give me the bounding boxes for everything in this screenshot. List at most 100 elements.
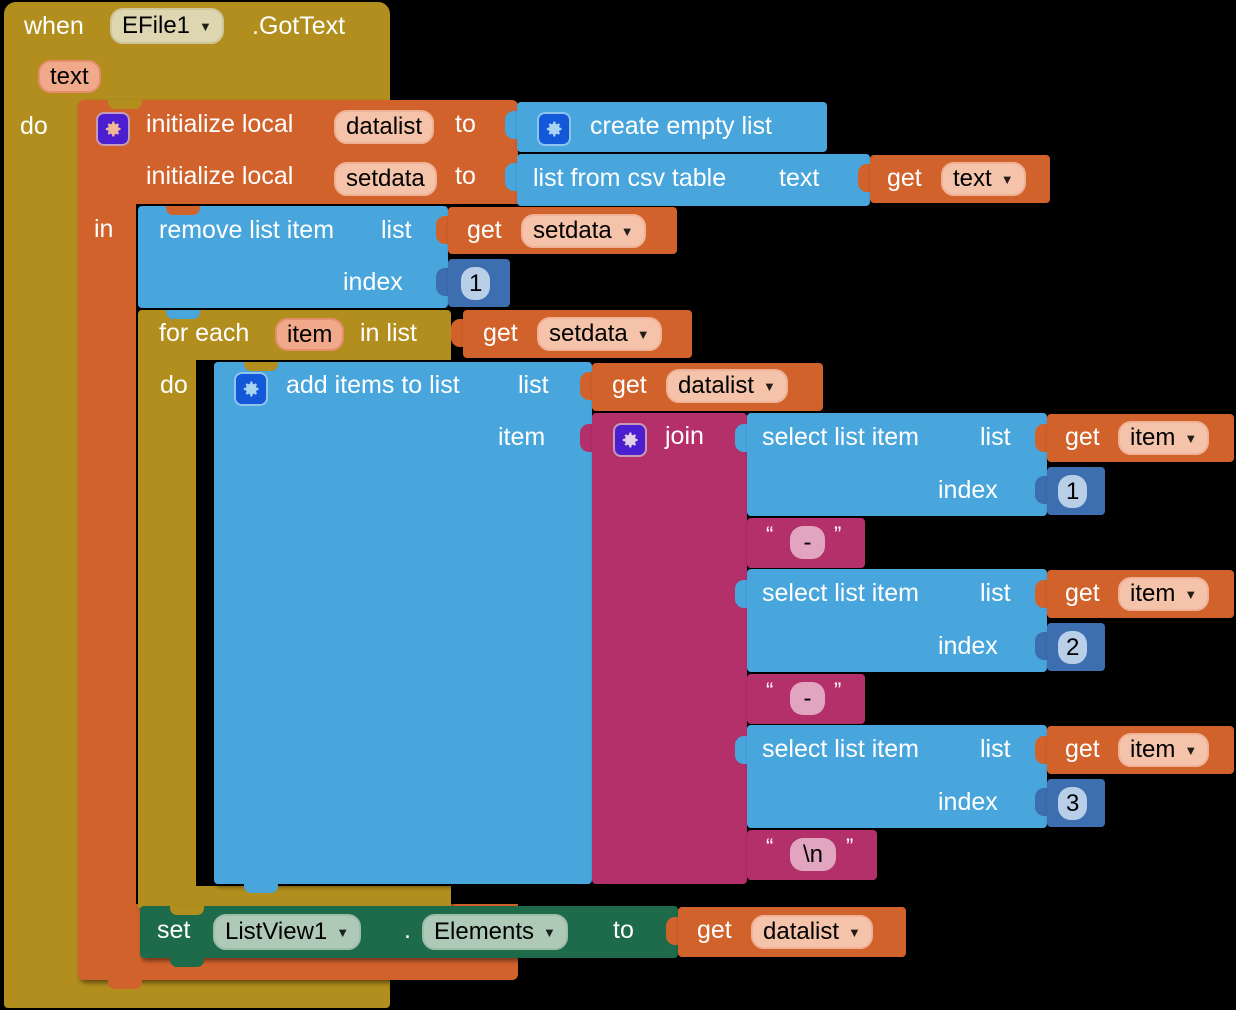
initialize-local-label-2: initialize local bbox=[146, 162, 294, 190]
initialize-local-name-datalist[interactable]: datalist bbox=[334, 110, 435, 144]
get-setdata-get-label-1: get bbox=[467, 216, 502, 244]
create-empty-list-label: create empty list bbox=[590, 112, 773, 140]
for-each-loop-variable[interactable]: item bbox=[275, 318, 345, 351]
get-item-variable-dropdown-3[interactable]: item ▼ bbox=[1118, 733, 1210, 767]
set-dot-separator: . bbox=[404, 916, 411, 944]
get-datalist-get-label-1: get bbox=[612, 371, 647, 399]
event-param-label: text bbox=[50, 62, 89, 90]
number-field-index-1[interactable]: 1 bbox=[461, 267, 491, 300]
remove-list-item-top-notch bbox=[166, 206, 200, 215]
get-setdata-variable-dropdown-1[interactable]: setdata ▼ bbox=[521, 214, 646, 248]
list-from-csv-label: list from csv table bbox=[533, 164, 727, 192]
chevron-down-icon: ▼ bbox=[1184, 430, 1198, 446]
text-close-quote-1: ” bbox=[834, 522, 842, 547]
mutator-gear-icon-initialize-local[interactable] bbox=[96, 112, 130, 146]
chevron-down-icon: ▼ bbox=[763, 378, 776, 394]
for-each-top-notch bbox=[166, 310, 200, 319]
set-property-name: Elements bbox=[434, 918, 535, 945]
text-field-dash-2[interactable]: - bbox=[790, 682, 825, 715]
chevron-down-icon: ▼ bbox=[636, 326, 650, 342]
number-value-select-3: 3 bbox=[1066, 789, 1080, 817]
number-value-select-1: 1 bbox=[1066, 477, 1080, 505]
list-from-csv-text-socket-label: text bbox=[779, 164, 820, 192]
initialize-local-label-1: initialize local bbox=[146, 110, 294, 138]
get-datalist-variable-dropdown-1[interactable]: datalist ▼ bbox=[666, 369, 788, 403]
number-value-select-2: 2 bbox=[1066, 633, 1080, 661]
chevron-down-icon: ▼ bbox=[1184, 586, 1198, 602]
select-list-item-index-label-1: index bbox=[938, 476, 998, 504]
event-component-name: EFile1 bbox=[122, 12, 191, 39]
get-item-variable-dropdown-1[interactable]: item ▼ bbox=[1118, 421, 1210, 455]
get-item-variable-name-1: item bbox=[1130, 424, 1176, 451]
select-list-item-list-label-2: list bbox=[980, 579, 1011, 607]
get-item-variable-dropdown-2[interactable]: item ▼ bbox=[1118, 577, 1210, 611]
set-component-name: ListView1 bbox=[225, 918, 328, 945]
get-item-get-label-3: get bbox=[1065, 735, 1100, 763]
chevron-down-icon: ▼ bbox=[1000, 171, 1014, 187]
number-field-select-1[interactable]: 1 bbox=[1058, 475, 1088, 508]
remove-list-item-label: remove list item bbox=[159, 216, 335, 244]
text-field-dash-1[interactable]: - bbox=[790, 526, 825, 559]
mutator-gear-icon-join[interactable] bbox=[613, 423, 647, 457]
remove-list-item-index-label: index bbox=[343, 268, 403, 296]
select-list-item-index-label-3: index bbox=[938, 788, 998, 816]
chevron-down-icon: ▼ bbox=[1184, 742, 1198, 758]
get-datalist-variable-dropdown-2[interactable]: datalist ▼ bbox=[751, 915, 873, 949]
text-open-quote-3: “ bbox=[766, 834, 774, 859]
event-component-dropdown[interactable]: EFile1 ▼ bbox=[110, 8, 224, 44]
text-value-dash-1: - bbox=[803, 528, 812, 556]
select-list-item-list-label-1: list bbox=[980, 423, 1011, 451]
add-items-to-list-label: add items to list bbox=[286, 371, 460, 399]
chevron-down-icon: ▼ bbox=[199, 18, 212, 34]
chevron-down-icon: ▼ bbox=[543, 924, 556, 940]
text-open-quote-2: “ bbox=[766, 678, 774, 703]
add-items-to-list-list-label: list bbox=[518, 371, 549, 399]
get-datalist-variable-name-2: datalist bbox=[763, 918, 840, 945]
select-list-item-label-1: select list item bbox=[762, 423, 919, 451]
select-list-item-label-2: select list item bbox=[762, 579, 919, 607]
get-text-variable-dropdown[interactable]: text ▼ bbox=[941, 162, 1026, 196]
get-setdata-variable-name-2: setdata bbox=[549, 320, 628, 347]
initialize-local-to-label-1: to bbox=[455, 110, 476, 138]
initialize-local-to-label-2: to bbox=[455, 162, 476, 190]
set-property-dropdown[interactable]: Elements ▼ bbox=[422, 914, 568, 950]
mutator-gear-icon-create-empty-list[interactable] bbox=[537, 112, 571, 146]
set-label: set bbox=[157, 916, 191, 944]
get-item-variable-name-2: item bbox=[1130, 580, 1176, 607]
join-label: join bbox=[665, 422, 704, 450]
text-field-newline[interactable]: \n bbox=[790, 838, 836, 871]
join-block[interactable] bbox=[592, 413, 747, 884]
get-setdata-variable-dropdown-2[interactable]: setdata ▼ bbox=[537, 317, 662, 351]
event-method-label: .GotText bbox=[252, 12, 346, 40]
get-text-get-label: get bbox=[887, 164, 922, 192]
text-value-newline: \n bbox=[802, 840, 823, 868]
chevron-down-icon: ▼ bbox=[848, 924, 861, 940]
set-component-dropdown[interactable]: ListView1 ▼ bbox=[213, 914, 362, 950]
set-listview-bottom-notch bbox=[170, 958, 204, 967]
select-list-item-index-label-2: index bbox=[938, 632, 998, 660]
initialize-local-top-notch bbox=[108, 100, 142, 109]
get-text-variable-name: text bbox=[953, 165, 992, 192]
chevron-down-icon: ▼ bbox=[620, 223, 634, 239]
for-each-label: for each bbox=[159, 319, 250, 347]
text-close-quote-3: ” bbox=[846, 834, 854, 859]
number-field-select-2[interactable]: 2 bbox=[1058, 631, 1088, 664]
get-datalist-get-label-2: get bbox=[697, 916, 732, 944]
initialize-local-bottom-notch bbox=[108, 980, 142, 989]
add-items-to-list-item-label: item bbox=[498, 423, 546, 451]
initialize-local-name-setdata[interactable]: setdata bbox=[334, 162, 437, 196]
get-item-get-label-1: get bbox=[1065, 423, 1100, 451]
mutator-gear-icon-add-items-to-list[interactable] bbox=[234, 372, 268, 406]
get-item-variable-name-3: item bbox=[1130, 736, 1176, 763]
for-each-variable-name: item bbox=[287, 320, 333, 348]
get-setdata-get-label-2: get bbox=[483, 319, 518, 347]
text-close-quote-2: ” bbox=[834, 678, 842, 703]
add-items-to-list-top-notch bbox=[244, 362, 278, 371]
chevron-down-icon: ▼ bbox=[336, 924, 350, 940]
number-value-index-1: 1 bbox=[469, 269, 483, 297]
for-each-bottom-bar bbox=[138, 886, 451, 908]
add-items-to-list-bottom-notch bbox=[244, 884, 278, 893]
get-item-get-label-2: get bbox=[1065, 579, 1100, 607]
number-field-select-3[interactable]: 3 bbox=[1058, 787, 1088, 820]
event-param-text[interactable]: text bbox=[38, 60, 101, 93]
